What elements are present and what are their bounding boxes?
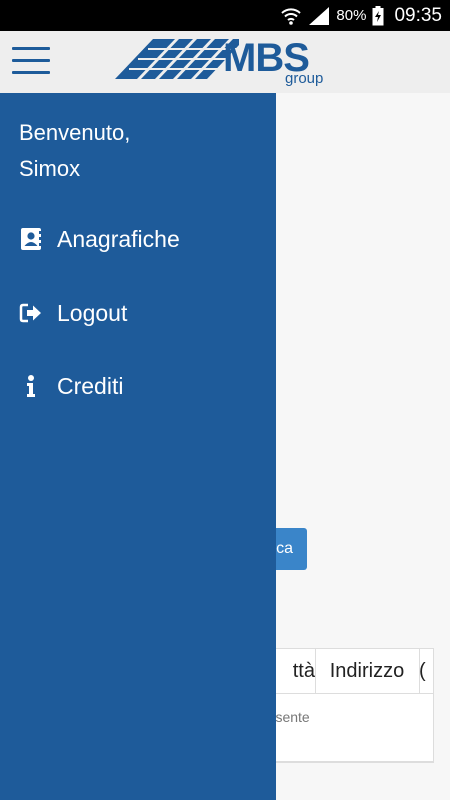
search-button-label: ca [276, 540, 293, 557]
drawer-item-label: Crediti [57, 372, 124, 399]
drawer-item-logout[interactable]: Logout [0, 283, 276, 343]
table-divider [263, 761, 433, 762]
drawer-item-crediti[interactable]: Crediti [0, 356, 276, 416]
clock: 09:35 [394, 4, 442, 26]
drawer-item-anagrafiche[interactable]: Anagrafiche [0, 209, 276, 269]
navigation-drawer: Benvenuto, Simox Anagrafiche Logout Cred… [0, 93, 276, 800]
hamburger-line [12, 47, 50, 50]
hamburger-line [12, 59, 50, 62]
wifi-icon [281, 7, 302, 25]
welcome-greeting: Benvenuto, [19, 120, 131, 145]
welcome-message: Benvenuto, Simox [19, 115, 130, 187]
status-icons: 80% 09:35 [280, 0, 442, 31]
table-header-extra: ( [419, 660, 426, 682]
hamburger-line [12, 71, 50, 74]
app-bar: MBS group [0, 31, 450, 93]
info-icon [19, 374, 43, 398]
table-divider [263, 693, 433, 694]
signal-icon [309, 6, 330, 25]
sign-out-icon [19, 301, 43, 325]
table-empty-message: resente [263, 709, 310, 725]
battery-percent: 80% [336, 7, 367, 24]
address-book-icon [19, 227, 43, 251]
drawer-item-label: Logout [57, 299, 128, 326]
logo-subtext: group [285, 70, 323, 87]
table-header-address: Indirizzo [315, 649, 420, 693]
status-bar: 80% 09:35 [0, 0, 450, 31]
brand-logo: MBS group [115, 36, 323, 87]
user-name: Simox [19, 156, 81, 181]
battery-charging-icon [372, 5, 384, 25]
menu-toggle-button[interactable] [12, 47, 50, 79]
drawer-item-label: Anagrafiche [57, 225, 180, 252]
results-table: ttà Indirizzo ( resente [262, 648, 434, 763]
